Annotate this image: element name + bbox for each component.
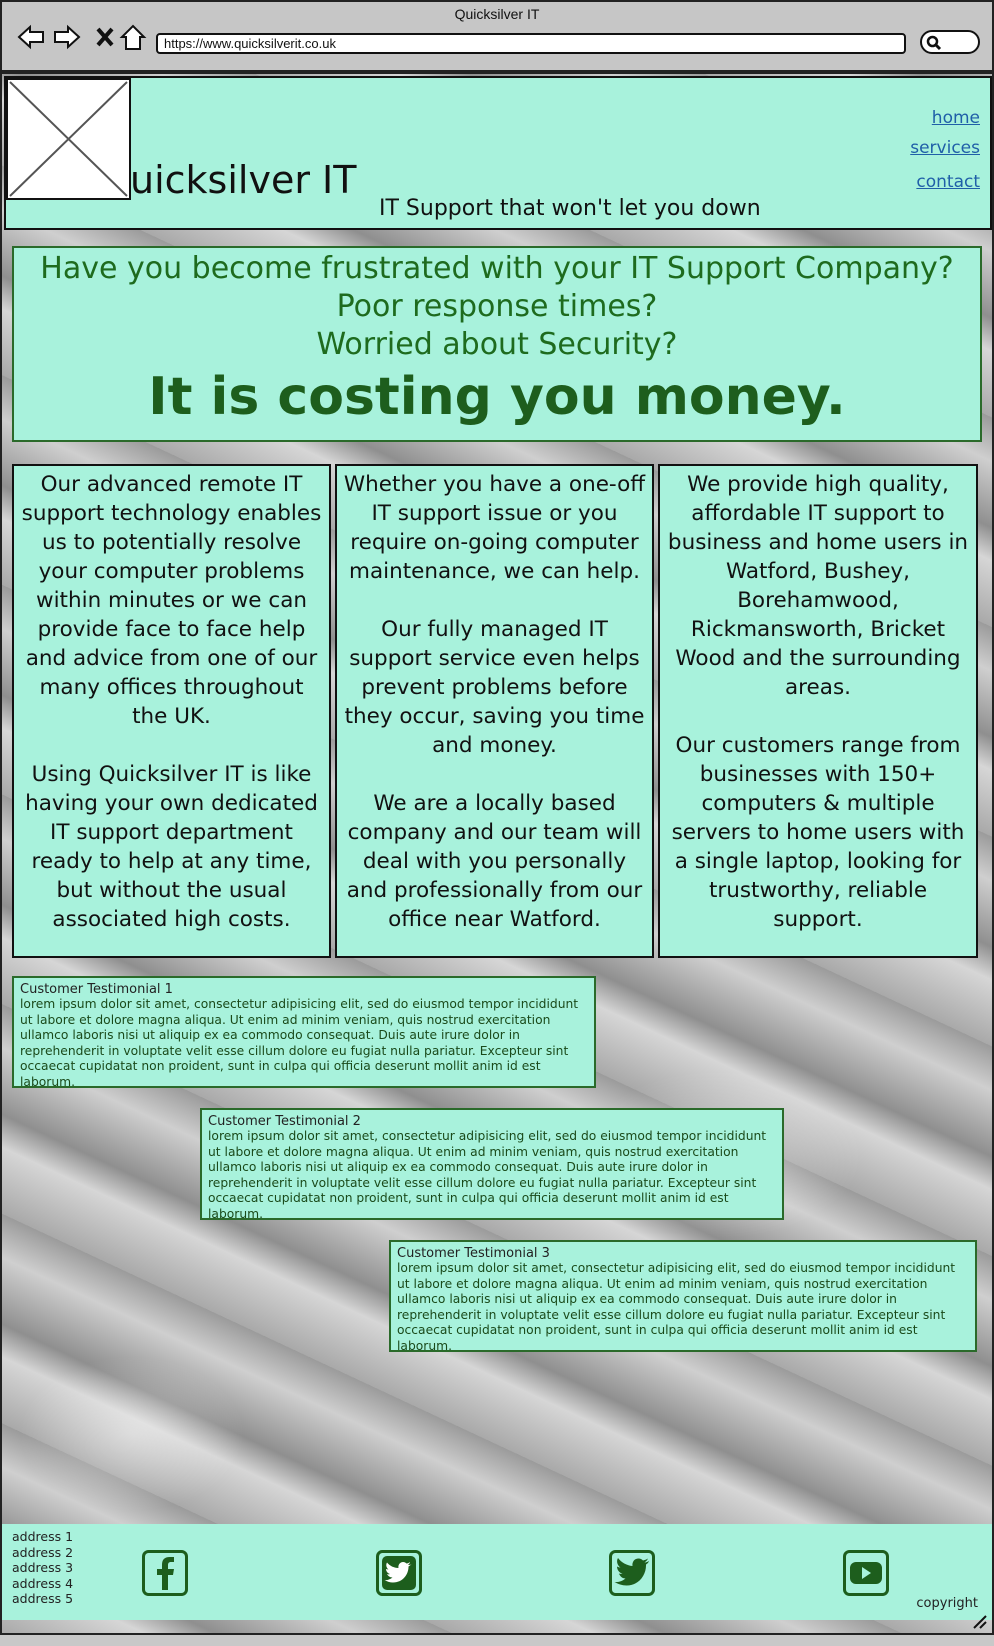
search-box[interactable] (920, 30, 980, 54)
testimonial-card-3: Customer Testimonial 3 lorem ipsum dolor… (389, 1240, 977, 1353)
address-line: address 2 (12, 1544, 74, 1560)
home-icon[interactable] (118, 22, 148, 52)
testimonial-body: lorem ipsum dolor sit amet, consectetur … (208, 1129, 767, 1221)
column-paragraph: We provide high quality, affordable IT s… (667, 472, 969, 700)
site-header: uicksilver IT IT Support that won't let … (4, 76, 992, 230)
hero-line-2: Poor response times? (336, 289, 658, 324)
info-column-3: We provide high quality, affordable IT s… (658, 464, 978, 958)
column-paragraph: Our fully managed IT support service eve… (344, 617, 645, 758)
info-column-2: Whether you have a one-off IT support is… (335, 464, 654, 958)
twitter-bird-icon[interactable] (609, 1550, 655, 1596)
address-line: address 1 (12, 1529, 74, 1544)
testimonial-title: Customer Testimonial 2 (208, 1114, 361, 1129)
brand-name: uicksilver IT (130, 158, 357, 202)
back-icon[interactable] (16, 22, 46, 52)
address-line: address 4 (12, 1575, 74, 1591)
testimonial-title: Customer Testimonial 3 (397, 1246, 550, 1261)
testimonial-body: lorem ipsum dolor sit amet, consectetur … (397, 1261, 956, 1353)
nav-contact-link[interactable]: contact (916, 172, 980, 192)
column-paragraph: Our customers range from businesses with… (671, 733, 965, 932)
browser-window-chrome: Quicksilver IT https://www.quicksilverit… (0, 0, 994, 72)
url-bar[interactable]: https://www.quicksilverit.co.uk (156, 33, 906, 54)
testimonial-title: Customer Testimonial 1 (20, 982, 173, 997)
testimonial-body: lorem ipsum dolor sit amet, consectetur … (20, 997, 579, 1089)
column-paragraph: We are a locally based company and our t… (346, 791, 643, 932)
testimonial-card-1: Customer Testimonial 1 lorem ipsum dolor… (12, 976, 596, 1089)
nav-services-link[interactable]: services (910, 138, 980, 158)
window-title: Quicksilver IT (454, 6, 540, 22)
testimonial-card-2: Customer Testimonial 2 lorem ipsum dolor… (200, 1108, 784, 1221)
hero-line-3: Worried about Security? (316, 327, 678, 362)
column-paragraph: Whether you have a one-off IT support is… (343, 472, 646, 584)
page-content: uicksilver IT IT Support that won't let … (0, 72, 994, 1635)
youtube-icon[interactable] (843, 1550, 889, 1596)
close-icon[interactable] (90, 22, 120, 52)
facebook-icon[interactable] (142, 1550, 188, 1596)
hero-line-1: Have you become frustrated with your IT … (40, 251, 954, 286)
tagline: IT Support that won't let you down (379, 196, 761, 221)
forward-icon[interactable] (52, 22, 82, 52)
address-line: address 3 (12, 1560, 74, 1575)
twitter-icon[interactable] (376, 1550, 422, 1596)
hero-banner: Have you become frustrated with your IT … (12, 246, 982, 442)
resize-grip-icon[interactable] (970, 1615, 988, 1629)
info-column-1: Our advanced remote IT support technolog… (12, 464, 331, 958)
logo-placeholder (6, 78, 131, 200)
hero-headline: It is costing you money. (148, 367, 846, 427)
column-paragraph: Our advanced remote IT support technolog… (21, 472, 322, 729)
site-footer: address 1 address 2 address 3 address 4 … (2, 1524, 992, 1620)
search-icon (926, 35, 942, 51)
address-list: address 1 address 2 address 3 address 4 … (12, 1529, 73, 1607)
copyright-text: copyright (916, 1596, 978, 1611)
column-paragraph: Using Quicksilver IT is like having your… (25, 762, 318, 932)
nav-home-link[interactable]: home (932, 108, 980, 128)
address-line: address 5 (12, 1591, 74, 1606)
